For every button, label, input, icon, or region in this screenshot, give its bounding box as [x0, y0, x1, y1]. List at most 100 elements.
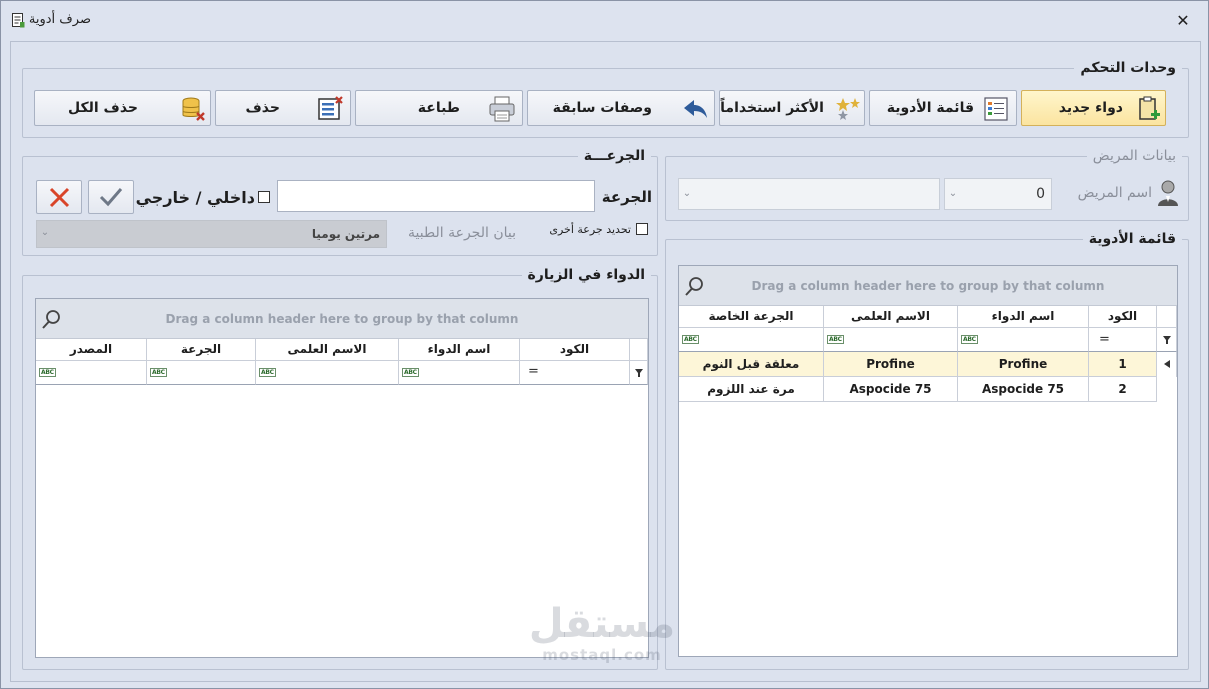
new-drug-label: دواء جديد — [1058, 100, 1123, 116]
clipboard-add-icon — [1139, 96, 1160, 120]
text-filter-icon: ABC — [827, 335, 844, 344]
cell-drug-name[interactable]: Profine — [958, 352, 1089, 377]
group-by-panel: Drag a column header here to group by th… — [36, 299, 648, 339]
delete-button[interactable]: حذف — [215, 90, 351, 126]
list-icon — [984, 97, 1008, 121]
cell-special-dose[interactable]: معلقة قبل النوم — [679, 352, 824, 377]
column-header-scientific-name[interactable]: الاسم العلمى — [256, 339, 399, 361]
drug-list-label: قائمة الأدوية — [886, 100, 974, 116]
patient-id-combo[interactable]: 0 ⌄ — [944, 178, 1052, 210]
chevron-down-icon[interactable]: ⌄ — [37, 227, 53, 238]
previous-prescriptions-button[interactable]: وصفات سابقة — [527, 90, 715, 126]
cell-special-dose[interactable]: مرة عند اللزوم — [679, 377, 824, 402]
filter-funnel-icon — [635, 369, 643, 377]
dose-label: الجرعة — [601, 188, 652, 206]
filter-row-indicator — [1157, 328, 1177, 352]
patient-id-value: 0 — [1036, 186, 1045, 202]
dose-group: الجرعـــة الجرعة داخلي / خارجي تحديد جرع… — [22, 147, 658, 256]
column-header-code[interactable]: الكود — [1089, 306, 1157, 328]
row-indicator-header — [630, 339, 648, 361]
filter-special-dose[interactable]: ABC — [679, 328, 824, 352]
column-header-special-dose[interactable]: الجرعة الخاصة — [679, 306, 824, 328]
medical-dose-label: بيان الجرعة الطبية — [408, 225, 516, 241]
filter-source[interactable]: ABC — [36, 361, 147, 385]
filter-row-indicator — [630, 361, 648, 385]
print-label: طباعة — [417, 100, 460, 116]
inside-outside-label: داخلي / خارجي — [135, 188, 255, 207]
chevron-down-icon[interactable]: ⌄ — [679, 188, 695, 199]
client-area: وحدات التحكم دواء جديد قائمة الأدوية الأ… — [10, 41, 1201, 682]
chevron-down-icon[interactable]: ⌄ — [945, 188, 961, 199]
medical-dose-value: مرتين يوميا — [311, 227, 380, 241]
visit-drugs-group-title: الدواء في الزيارة — [521, 266, 651, 284]
window-title: صرف أدوية — [28, 12, 91, 27]
cancel-x-icon — [49, 187, 70, 208]
confirm-button[interactable] — [88, 180, 134, 214]
dispense-medication-window: صرف أدوية ✕ وحدات التحكم دواء جديد قائمة… — [0, 0, 1209, 689]
watermark-logo: مستقل mostaql.com — [527, 601, 677, 671]
cell-code[interactable]: 2 — [1089, 377, 1157, 402]
delete-all-label: حذف الكل — [67, 100, 138, 116]
controls-group: وحدات التحكم دواء جديد قائمة الأدوية الأ… — [22, 59, 1189, 138]
database-delete-icon — [182, 97, 205, 121]
text-filter-icon: ABC — [259, 368, 276, 377]
cell-code[interactable]: 1 — [1089, 352, 1157, 377]
title-bar: صرف أدوية ✕ — [1, 1, 1208, 41]
other-dose-label: تحديد جرعة أخرى — [549, 223, 631, 236]
text-filter-icon: ABC — [39, 368, 56, 377]
patient-name-label: اسم المريض — [1077, 185, 1152, 201]
cell-drug-name[interactable]: Aspocide 75 — [958, 377, 1089, 402]
delete-label: حذف — [245, 100, 280, 116]
new-drug-button[interactable]: دواء جديد — [1021, 90, 1166, 126]
stars-icon — [836, 98, 860, 120]
column-header-drug-name[interactable]: اسم الدواء — [399, 339, 520, 361]
delete-all-button[interactable]: حذف الكل — [34, 90, 211, 126]
dose-input[interactable] — [277, 180, 595, 212]
delete-form-icon — [318, 96, 343, 120]
column-header-code[interactable]: الكود — [520, 339, 630, 361]
patient-name-combo[interactable]: ⌄ — [678, 178, 940, 210]
column-header-source[interactable]: المصدر — [36, 339, 147, 361]
equals-operator-icon: = — [528, 364, 539, 379]
filter-funnel-icon — [1163, 336, 1171, 344]
filter-drug-name[interactable]: ABC — [958, 328, 1089, 352]
drug-list-button[interactable]: قائمة الأدوية — [869, 90, 1017, 126]
most-used-label: الأكثر استخداماً — [720, 100, 824, 116]
filter-dose[interactable]: ABC — [147, 361, 256, 385]
filter-drug-name[interactable]: ABC — [399, 361, 520, 385]
filter-code[interactable]: = — [520, 361, 630, 385]
checkmark-icon — [99, 188, 123, 207]
current-row-arrow-icon — [1164, 360, 1170, 368]
text-filter-icon: ABC — [682, 335, 699, 344]
filter-scientific-name[interactable]: ABC — [256, 361, 399, 385]
watermark-latin: mostaql.com — [542, 646, 662, 664]
watermark-arabic: مستقل — [528, 601, 676, 647]
drug-list-group-title: قائمة الأدوية — [1082, 230, 1182, 248]
group-by-panel: Drag a column header here to group by th… — [679, 266, 1177, 306]
column-header-dose[interactable]: الجرعة — [147, 339, 256, 361]
equals-operator-icon: = — [1099, 332, 1110, 347]
print-button[interactable]: طباعة — [355, 90, 523, 126]
most-used-button[interactable]: الأكثر استخداماً — [719, 90, 865, 126]
row-indicator-header — [1157, 306, 1177, 328]
cell-scientific-name[interactable]: Aspocide 75 — [824, 377, 958, 402]
medical-dose-combo[interactable]: مرتين يوميا ⌄ — [36, 220, 387, 248]
filter-scientific-name[interactable]: ABC — [824, 328, 958, 352]
patient-group: بيانات المريض اسم المريض 0 ⌄ ⌄ — [665, 147, 1189, 221]
column-header-scientific-name[interactable]: الاسم العلمى — [824, 306, 958, 328]
cell-scientific-name[interactable]: Profine — [824, 352, 958, 377]
inside-outside-checkbox[interactable] — [258, 191, 270, 203]
previous-prescriptions-label: وصفات سابقة — [552, 100, 652, 116]
drug-list-grid: Drag a column header here to group by th… — [678, 265, 1178, 657]
text-filter-icon: ABC — [150, 368, 167, 377]
other-dose-checkbox[interactable] — [636, 223, 648, 235]
controls-group-title: وحدات التحكم — [1074, 59, 1182, 77]
group-by-hint: Drag a column header here to group by th… — [751, 279, 1105, 293]
person-icon — [1158, 180, 1178, 206]
cancel-button[interactable] — [36, 180, 82, 214]
column-header-drug-name[interactable]: اسم الدواء — [958, 306, 1089, 328]
printer-icon — [489, 96, 515, 122]
patient-group-title: بيانات المريض — [1086, 147, 1182, 165]
text-filter-icon: ABC — [961, 335, 978, 344]
close-button[interactable]: ✕ — [1173, 11, 1193, 31]
